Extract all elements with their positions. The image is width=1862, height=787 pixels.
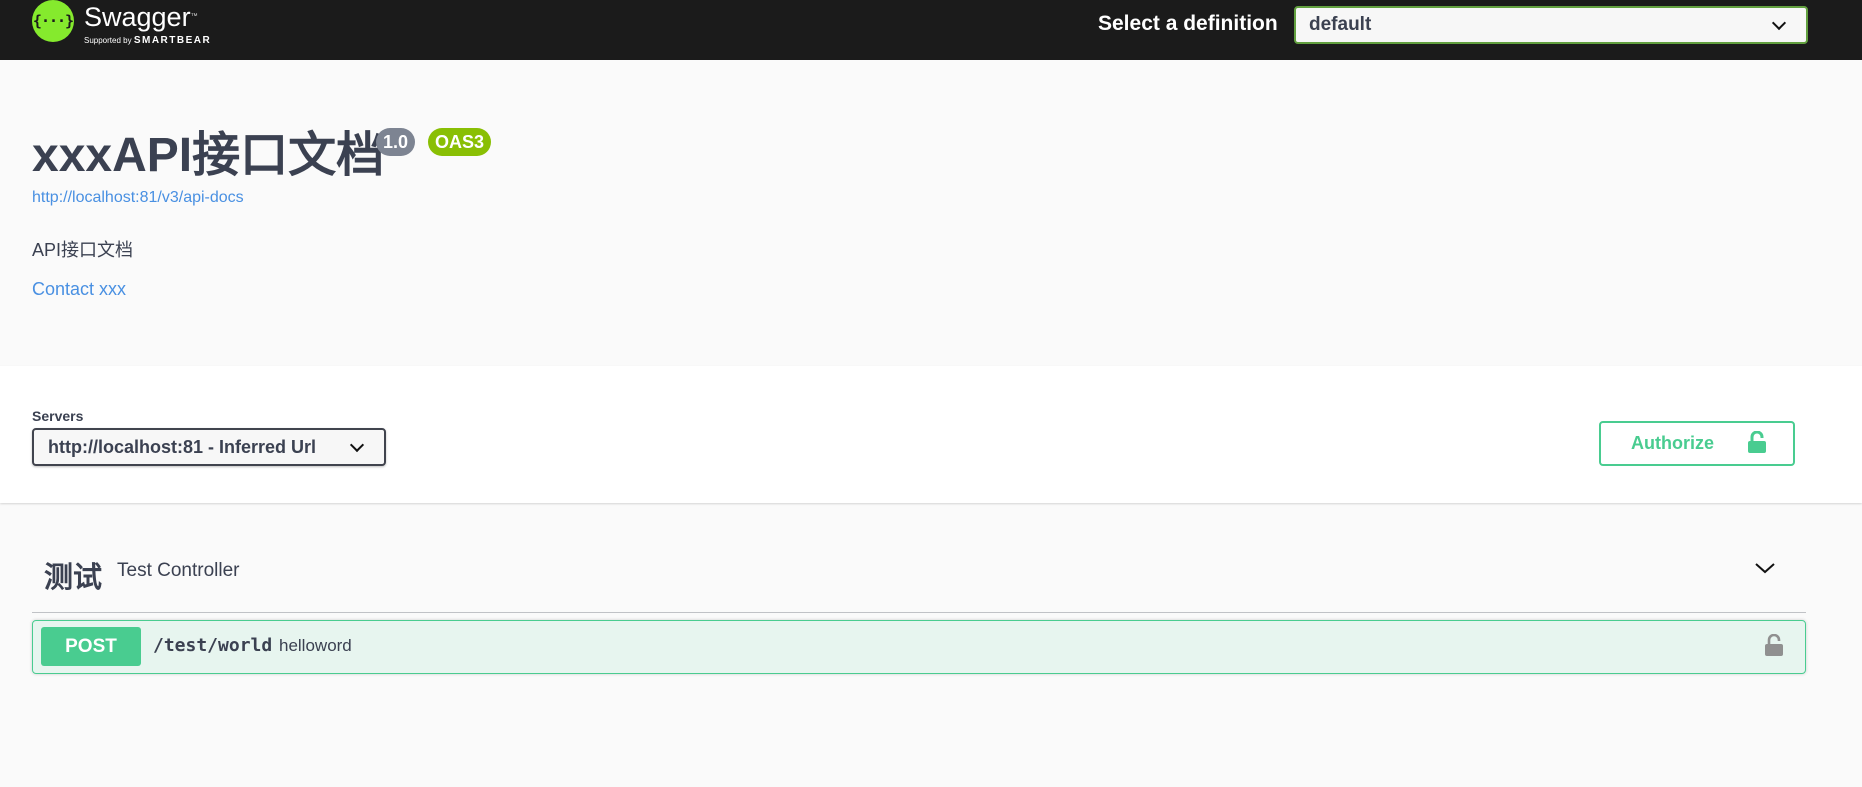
- supported-by-text: Supported by: [84, 36, 132, 45]
- tag-description: Test Controller: [117, 560, 240, 581]
- authorize-label: Authorize: [1631, 433, 1714, 453]
- topbar: {···} Swagger™ Supported by SMARTBEAR Se…: [0, 0, 1862, 60]
- servers-label: Servers: [32, 408, 84, 424]
- operation-path: /test/world: [153, 635, 273, 656]
- scheme-container: Servers http://localhost:81 - Inferred U…: [0, 366, 1862, 503]
- oas-badge: OAS3: [428, 128, 492, 156]
- servers-select[interactable]: http://localhost:81 - Inferred Url: [32, 428, 386, 466]
- unlocked-lock-icon[interactable]: [1765, 634, 1783, 656]
- api-title: xxxAPI接口文档: [32, 129, 385, 182]
- version-badge: 1.0: [376, 128, 416, 156]
- logo-name-text: Swagger: [84, 2, 191, 32]
- tag-header-test[interactable]: 测试 Test Controller: [32, 540, 1806, 613]
- contact-link[interactable]: Contact xxx: [32, 279, 126, 300]
- trademark-mark: ™: [190, 13, 198, 20]
- logo-name: Swagger™: [84, 2, 211, 32]
- authorize-button[interactable]: Authorize: [1599, 421, 1795, 466]
- logo-subtitle: Supported by SMARTBEAR: [84, 35, 211, 46]
- swagger-logo[interactable]: {···} Swagger™ Supported by SMARTBEAR: [32, 0, 211, 50]
- definition-selected-value: default: [1309, 14, 1372, 35]
- api-description: API接口文档: [32, 240, 134, 260]
- logo-text: Swagger™ Supported by SMARTBEAR: [84, 0, 211, 46]
- swagger-logo-icon: {···}: [32, 0, 74, 42]
- chevron-down-icon[interactable]: [1754, 560, 1776, 576]
- operation-post-test-world[interactable]: POST /test/world helloword: [32, 620, 1806, 674]
- unlocked-lock-icon: [1748, 431, 1766, 453]
- spec-url-link[interactable]: http://localhost:81/v3/api-docs: [32, 189, 244, 207]
- chevron-down-icon: [1771, 15, 1787, 31]
- method-badge: POST: [41, 627, 141, 666]
- chevron-down-icon: [349, 437, 365, 453]
- servers-selected-value: http://localhost:81 - Inferred Url: [48, 437, 317, 457]
- definition-label: Select a definition: [1098, 12, 1278, 35]
- definition-select[interactable]: default: [1294, 6, 1808, 44]
- operation-summary: helloword: [279, 636, 352, 655]
- tag-name: 测试: [44, 562, 103, 594]
- smartbear-brand: SMARTBEAR: [133, 35, 212, 46]
